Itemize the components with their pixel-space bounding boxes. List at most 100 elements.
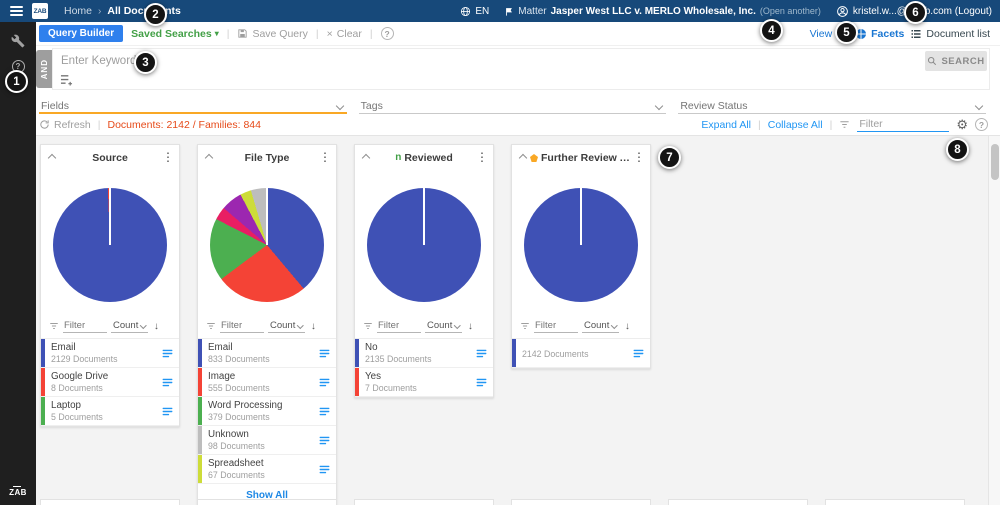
facet-value-row[interactable]: Image 555 Documents — [198, 368, 336, 397]
add-to-list-icon[interactable] — [318, 434, 331, 447]
pie-slice-divider — [423, 188, 425, 245]
add-to-list-icon[interactable] — [318, 405, 331, 418]
facet-filter-input[interactable] — [63, 319, 107, 333]
save-query-button[interactable]: Save Query — [237, 28, 308, 40]
tags-dropdown[interactable]: Tags — [358, 98, 667, 114]
sort-direction-icon[interactable]: ↓ — [154, 321, 159, 332]
matter-label: Matter — [518, 5, 547, 17]
sort-direction-icon[interactable]: ↓ — [625, 321, 630, 332]
filter-icon — [839, 119, 850, 130]
pie-chart[interactable] — [367, 188, 481, 302]
facet-value-count: 67 Documents — [208, 470, 265, 480]
facet-value-row[interactable]: No 2135 Documents — [355, 339, 493, 368]
kebab-menu-icon[interactable]: ⋮ — [162, 150, 174, 164]
facet-filter-global-input[interactable] — [857, 117, 950, 132]
tools-icon[interactable] — [11, 34, 25, 48]
search-button[interactable]: SEARCH — [925, 51, 987, 71]
sort-by-select[interactable]: Count — [425, 320, 462, 333]
facet-filter-input[interactable] — [534, 319, 578, 333]
collapse-all-link[interactable]: Collapse All — [768, 119, 823, 131]
pie-chart[interactable] — [210, 188, 324, 302]
query-builder-button[interactable]: Query Builder — [39, 25, 124, 42]
expand-all-link[interactable]: Expand All — [701, 119, 751, 131]
add-to-list-icon[interactable] — [632, 347, 645, 360]
scrollbar-thumb[interactable] — [991, 144, 999, 180]
facet-value-row[interactable]: Spreadsheet 67 Documents — [198, 455, 336, 484]
sort-by-select[interactable]: Count — [268, 320, 305, 333]
add-to-list-icon[interactable] — [318, 463, 331, 476]
facet-value-row[interactable]: Google Drive 8 Documents — [41, 368, 179, 397]
facet-value-text: Google Drive 8 Documents — [45, 368, 161, 396]
facet-value-row[interactable]: 2142 Documents — [512, 339, 650, 368]
facet-value-label: Yes — [365, 371, 381, 382]
hamburger-menu-icon[interactable] — [10, 6, 23, 16]
and-operator-tab[interactable]: AND — [36, 50, 52, 88]
add-to-list-icon[interactable] — [161, 347, 174, 360]
add-to-list-icon[interactable] — [318, 347, 331, 360]
review-status-dropdown[interactable]: Review Status — [678, 98, 987, 114]
breadcrumb-home-link[interactable]: Home — [64, 5, 92, 17]
add-to-list-icon[interactable] — [318, 376, 331, 389]
facet-value-row[interactable]: Unknown 98 Documents — [198, 426, 336, 455]
open-another-link[interactable]: (Open another) — [760, 6, 821, 16]
facet-filter-input[interactable] — [377, 319, 421, 333]
sort-direction-icon[interactable]: ↓ — [468, 321, 473, 332]
facet-value-row[interactable]: Yes 7 Documents — [355, 368, 493, 397]
query-help-icon[interactable]: ? — [380, 27, 394, 40]
kebab-menu-icon[interactable]: ⋮ — [476, 150, 488, 164]
fields-dropdown[interactable]: Fields — [39, 98, 347, 114]
facet-value-text: Image 555 Documents — [202, 368, 318, 396]
add-to-list-icon[interactable] — [161, 376, 174, 389]
vertical-scrollbar[interactable] — [988, 136, 1000, 505]
gear-icon[interactable]: ⚙ — [956, 118, 968, 131]
facet-value-row[interactable]: Email 833 Documents — [198, 339, 336, 368]
refresh-button[interactable]: Refresh — [39, 119, 91, 131]
saved-searches-dropdown[interactable]: Saved Searches ▾ — [131, 28, 219, 40]
zylab-logo[interactable]: ZAB — [32, 3, 48, 19]
breadcrumb-separator: › — [98, 5, 102, 17]
collapse-facet-icon[interactable] — [518, 153, 528, 163]
facet-value-row[interactable]: Word Processing 379 Documents — [198, 397, 336, 426]
facet-value-text: Laptop 5 Documents — [45, 397, 161, 425]
facet-value-row[interactable]: Email 2129 Documents — [41, 339, 179, 368]
add-condition-icon[interactable] — [60, 74, 73, 86]
next-row-card-edge — [511, 499, 651, 505]
document-list-toggle-label: Document list — [926, 27, 990, 40]
facet-cards: Source⋮ Count ↓ Email2129 DocumentsGoogle D… — [40, 144, 984, 505]
collapse-facet-icon[interactable] — [204, 153, 214, 163]
facet-value-label: Spreadsheet — [208, 458, 264, 469]
view-as-facets-toggle[interactable]: Facets — [855, 28, 904, 40]
callout-7: 7 — [658, 146, 681, 169]
kebab-menu-icon[interactable]: ⋮ — [319, 150, 331, 164]
document-list-icon — [910, 28, 922, 40]
view-as-document-list-toggle[interactable]: Document list — [910, 28, 990, 40]
matter-selector[interactable]: Matter Jasper West LLC v. MERLO Wholesal… — [504, 6, 821, 17]
facet-value-count: 5 Documents — [51, 412, 103, 422]
sort-direction-icon[interactable]: ↓ — [311, 321, 316, 332]
keywords-input[interactable] — [53, 49, 373, 69]
main-content: Query Builder Saved Searches ▾ | Save Qu… — [36, 22, 1000, 505]
add-to-list-icon[interactable] — [161, 405, 174, 418]
sort-by-label: Count — [113, 319, 139, 331]
facet-value-label: Unknown — [208, 429, 249, 440]
sort-by-select[interactable]: Count — [582, 320, 619, 333]
pie-chart[interactable] — [53, 188, 167, 302]
pie-chart[interactable] — [524, 188, 638, 302]
facet-item-list: 2142 Documents — [512, 339, 650, 368]
facet-card-header: Source ⋮ — [41, 145, 179, 171]
collapse-facet-icon[interactable] — [361, 153, 371, 163]
user-avatar-icon — [836, 5, 849, 18]
facet-value-row[interactable]: Laptop 5 Documents — [41, 397, 179, 426]
facet-help-icon[interactable]: ? — [975, 118, 988, 131]
callout-5: 5 — [835, 21, 858, 44]
facet-filter-input[interactable] — [220, 319, 264, 333]
facet-value-text: Email 2129 Documents — [45, 339, 161, 367]
collapse-facet-icon[interactable] — [47, 153, 57, 163]
language-selector[interactable]: EN — [460, 6, 489, 17]
kebab-menu-icon[interactable]: ⋮ — [633, 150, 645, 164]
clear-button[interactable]: × Clear — [327, 28, 362, 40]
add-to-list-icon[interactable] — [475, 347, 488, 360]
sort-by-select[interactable]: Count — [111, 320, 148, 333]
add-to-list-icon[interactable] — [475, 376, 488, 389]
facet-item-list: No 2135 Documents Yes 7 Documents — [355, 339, 493, 397]
